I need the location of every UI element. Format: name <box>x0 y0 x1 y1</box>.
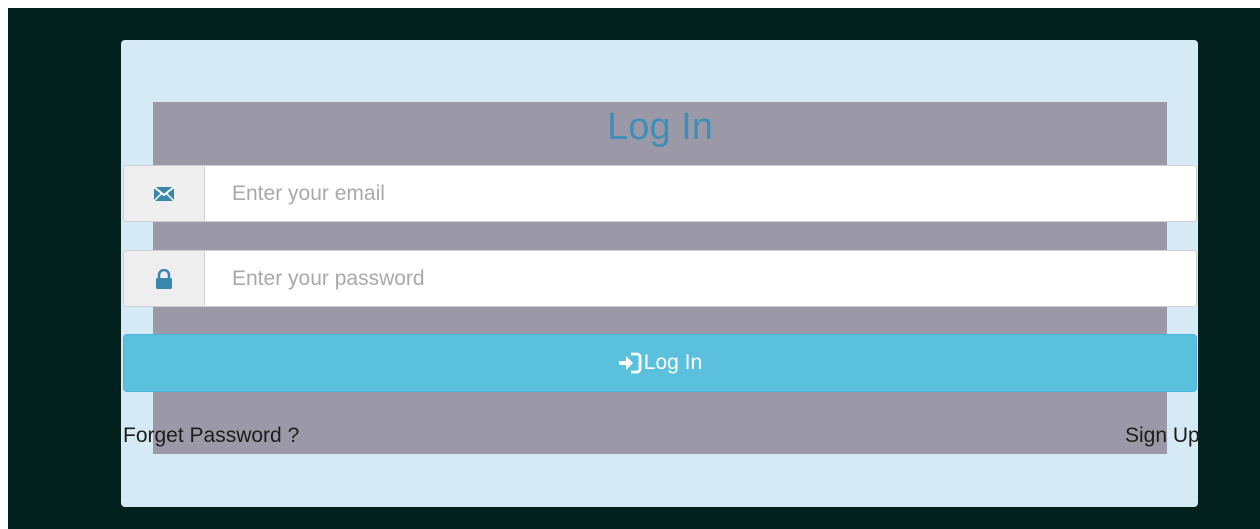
lock-icon <box>124 251 205 306</box>
email-field[interactable] <box>205 166 1196 221</box>
login-button-label: Log In <box>643 351 703 374</box>
forget-password-link[interactable]: Forget Password ? <box>123 424 299 448</box>
login-button[interactable]: Log In <box>123 334 1197 392</box>
envelope-icon <box>124 166 205 221</box>
log-in-icon <box>618 352 642 374</box>
email-input-group <box>123 165 1197 222</box>
page-title: Log In <box>607 106 713 148</box>
sign-up-link[interactable]: Sign Up <box>1125 424 1200 448</box>
password-input-group <box>123 250 1197 307</box>
password-field[interactable] <box>205 251 1196 306</box>
